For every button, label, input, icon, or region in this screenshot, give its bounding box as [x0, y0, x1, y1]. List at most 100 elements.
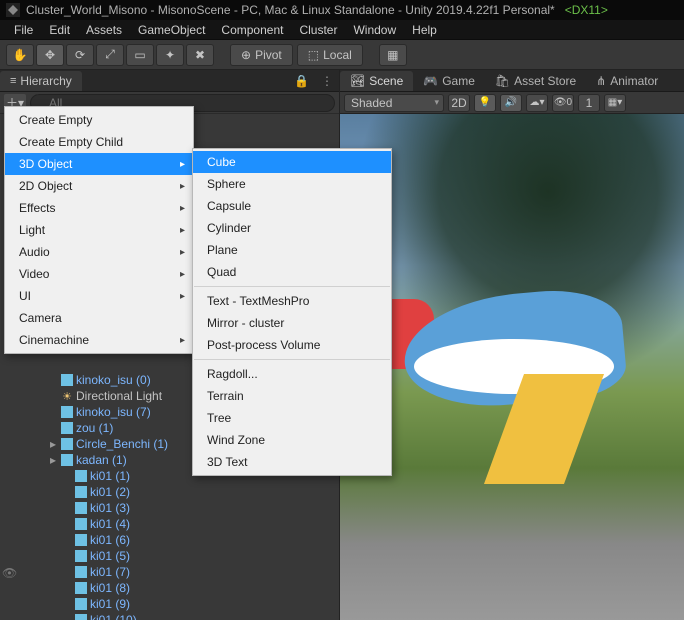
- tab-scene[interactable]: 🏞 Scene: [340, 71, 413, 91]
- menu-assets[interactable]: Assets: [78, 21, 130, 39]
- menu-gameobject[interactable]: GameObject: [130, 21, 213, 39]
- menu-item[interactable]: 2D Object: [5, 175, 193, 197]
- light-icon: ☀: [60, 389, 74, 403]
- scene-toolbar: Shaded 2D 💡 🔊 ☁▾ 👁0 1 ▦▾: [340, 92, 684, 114]
- menu-file[interactable]: File: [6, 21, 41, 39]
- hierarchy-item[interactable]: ki01 (8): [0, 580, 339, 596]
- expand-caret-icon[interactable]: ▸: [48, 453, 58, 467]
- menu-item[interactable]: Cinemachine: [5, 329, 193, 351]
- menu-item[interactable]: Cube: [193, 151, 391, 173]
- animator-tab-label: Animator: [610, 74, 658, 88]
- hierarchy-item-label: kinoko_isu (0): [76, 373, 151, 387]
- hierarchy-tab-label: Hierarchy: [20, 74, 71, 88]
- hierarchy-item[interactable]: ki01 (9): [0, 596, 339, 612]
- menu-item[interactable]: UI: [5, 285, 193, 307]
- menu-item[interactable]: Create Empty: [5, 109, 193, 131]
- panel-menu-icon[interactable]: ⋮: [315, 74, 339, 88]
- pivot-label: Pivot: [255, 48, 282, 62]
- menu-item[interactable]: Capsule: [193, 195, 391, 217]
- menu-separator: [194, 286, 390, 287]
- panel-lock-icon[interactable]: 🔒: [288, 74, 315, 88]
- toggle-2d-button[interactable]: 2D: [448, 94, 470, 112]
- menu-item[interactable]: Terrain: [193, 385, 391, 407]
- transform-tool-button[interactable]: ✦: [156, 44, 184, 66]
- tab-hierarchy[interactable]: ≡ Hierarchy: [0, 71, 82, 91]
- transform-tool-group: ✋ ✥ ⟳ ⤢ ▭ ✦ ✖: [6, 44, 214, 66]
- scene-icon: 🏞: [350, 74, 365, 88]
- hierarchy-item[interactable]: ki01 (10): [0, 612, 339, 620]
- menu-item[interactable]: Wind Zone: [193, 429, 391, 451]
- hierarchy-item[interactable]: ki01 (3): [0, 500, 339, 516]
- hierarchy-item[interactable]: ki01 (6): [0, 532, 339, 548]
- prefab-cube-icon: [74, 533, 88, 547]
- hierarchy-item-label: ki01 (5): [90, 549, 130, 563]
- menu-item[interactable]: Text - TextMeshPro: [193, 290, 391, 312]
- main-toolbar: ✋ ✥ ⟳ ⤢ ▭ ✦ ✖ ⊕ Pivot ⬚ Local ▦: [0, 40, 684, 70]
- menu-item[interactable]: Light: [5, 219, 193, 241]
- menu-item[interactable]: 3D Object: [5, 153, 193, 175]
- hierarchy-item-label: ki01 (1): [90, 469, 130, 483]
- unity-logo-icon: [6, 3, 20, 17]
- menu-help[interactable]: Help: [404, 21, 445, 39]
- menu-item[interactable]: 3D Text: [193, 451, 391, 473]
- menu-item[interactable]: Video: [5, 263, 193, 285]
- prefab-cube-icon: [74, 485, 88, 499]
- tab-asset-store[interactable]: 🛍 Asset Store: [485, 71, 586, 91]
- menu-item[interactable]: Create Empty Child: [5, 131, 193, 153]
- menu-item[interactable]: Quad: [193, 261, 391, 283]
- hierarchy-item[interactable]: ki01 (2): [0, 484, 339, 500]
- move-tool-button[interactable]: ✥: [36, 44, 64, 66]
- scale-tool-button[interactable]: ⤢: [96, 44, 124, 66]
- scene-lighting-toggle[interactable]: 💡: [474, 94, 496, 112]
- hierarchy-item[interactable]: ki01 (5): [0, 548, 339, 564]
- menu-component[interactable]: Component: [213, 21, 291, 39]
- hierarchy-item-label: ki01 (4): [90, 517, 130, 531]
- hierarchy-item-label: ki01 (2): [90, 485, 130, 499]
- graphics-api-label: <DX11>: [565, 3, 608, 17]
- scene-gizmo-layers[interactable]: 1: [578, 94, 600, 112]
- scene-grid-toggle[interactable]: ▦▾: [604, 94, 626, 112]
- menu-window[interactable]: Window: [345, 21, 404, 39]
- rotate-tool-button[interactable]: ⟳: [66, 44, 94, 66]
- prefab-cube-icon: [74, 517, 88, 531]
- menu-item[interactable]: Post-process Volume: [193, 334, 391, 356]
- hierarchy-item-label: Circle_Benchi (1): [76, 437, 168, 451]
- hierarchy-item[interactable]: ki01 (4): [0, 516, 339, 532]
- window-title: Cluster_World_Misono - MisonoScene - PC,…: [26, 3, 555, 17]
- shading-mode-label: Shaded: [351, 96, 392, 110]
- menu-item[interactable]: Camera: [5, 307, 193, 329]
- menu-item[interactable]: Effects: [5, 197, 193, 219]
- rect-tool-button[interactable]: ▭: [126, 44, 154, 66]
- hand-tool-button[interactable]: ✋: [6, 44, 34, 66]
- hierarchy-item-label: kadan (1): [76, 453, 127, 467]
- hierarchy-item-label: ki01 (10): [90, 613, 137, 620]
- menu-item[interactable]: Mirror - cluster: [193, 312, 391, 334]
- snap-toggle-button[interactable]: ▦: [379, 44, 407, 66]
- expand-caret-icon[interactable]: ▸: [48, 437, 58, 451]
- hierarchy-item[interactable]: ki01 (7): [0, 564, 339, 580]
- menu-item[interactable]: Sphere: [193, 173, 391, 195]
- tab-animator[interactable]: ⋔ Animator: [586, 71, 668, 91]
- scene-fx-toggle[interactable]: ☁▾: [526, 94, 548, 112]
- menu-edit[interactable]: Edit: [41, 21, 78, 39]
- prefab-cube-icon: [60, 437, 74, 451]
- pivot-toggle[interactable]: ⊕ Pivot: [230, 44, 293, 66]
- menu-item[interactable]: Tree: [193, 407, 391, 429]
- tab-game[interactable]: 🎮 Game: [413, 71, 485, 91]
- shading-mode-dropdown[interactable]: Shaded: [344, 94, 444, 112]
- prefab-cube-icon: [74, 613, 88, 620]
- scene-audio-toggle[interactable]: 🔊: [500, 94, 522, 112]
- menu-item[interactable]: Audio: [5, 241, 193, 263]
- menu-item[interactable]: Cylinder: [193, 217, 391, 239]
- visibility-gutter-icon[interactable]: 👁: [2, 566, 17, 580]
- local-toggle[interactable]: ⬚ Local: [297, 44, 363, 66]
- menu-item[interactable]: Plane: [193, 239, 391, 261]
- menu-cluster[interactable]: Cluster: [291, 21, 345, 39]
- custom-tool-button[interactable]: ✖: [186, 44, 214, 66]
- menu-item[interactable]: Ragdoll...: [193, 363, 391, 385]
- menu-separator: [194, 359, 390, 360]
- local-icon: ⬚: [308, 48, 319, 62]
- scene-hidden-toggle[interactable]: 👁0: [552, 94, 574, 112]
- window-titlebar: Cluster_World_Misono - MisonoScene - PC,…: [0, 0, 684, 20]
- 3d-object-submenu: CubeSphereCapsuleCylinderPlaneQuad Text -…: [192, 148, 392, 476]
